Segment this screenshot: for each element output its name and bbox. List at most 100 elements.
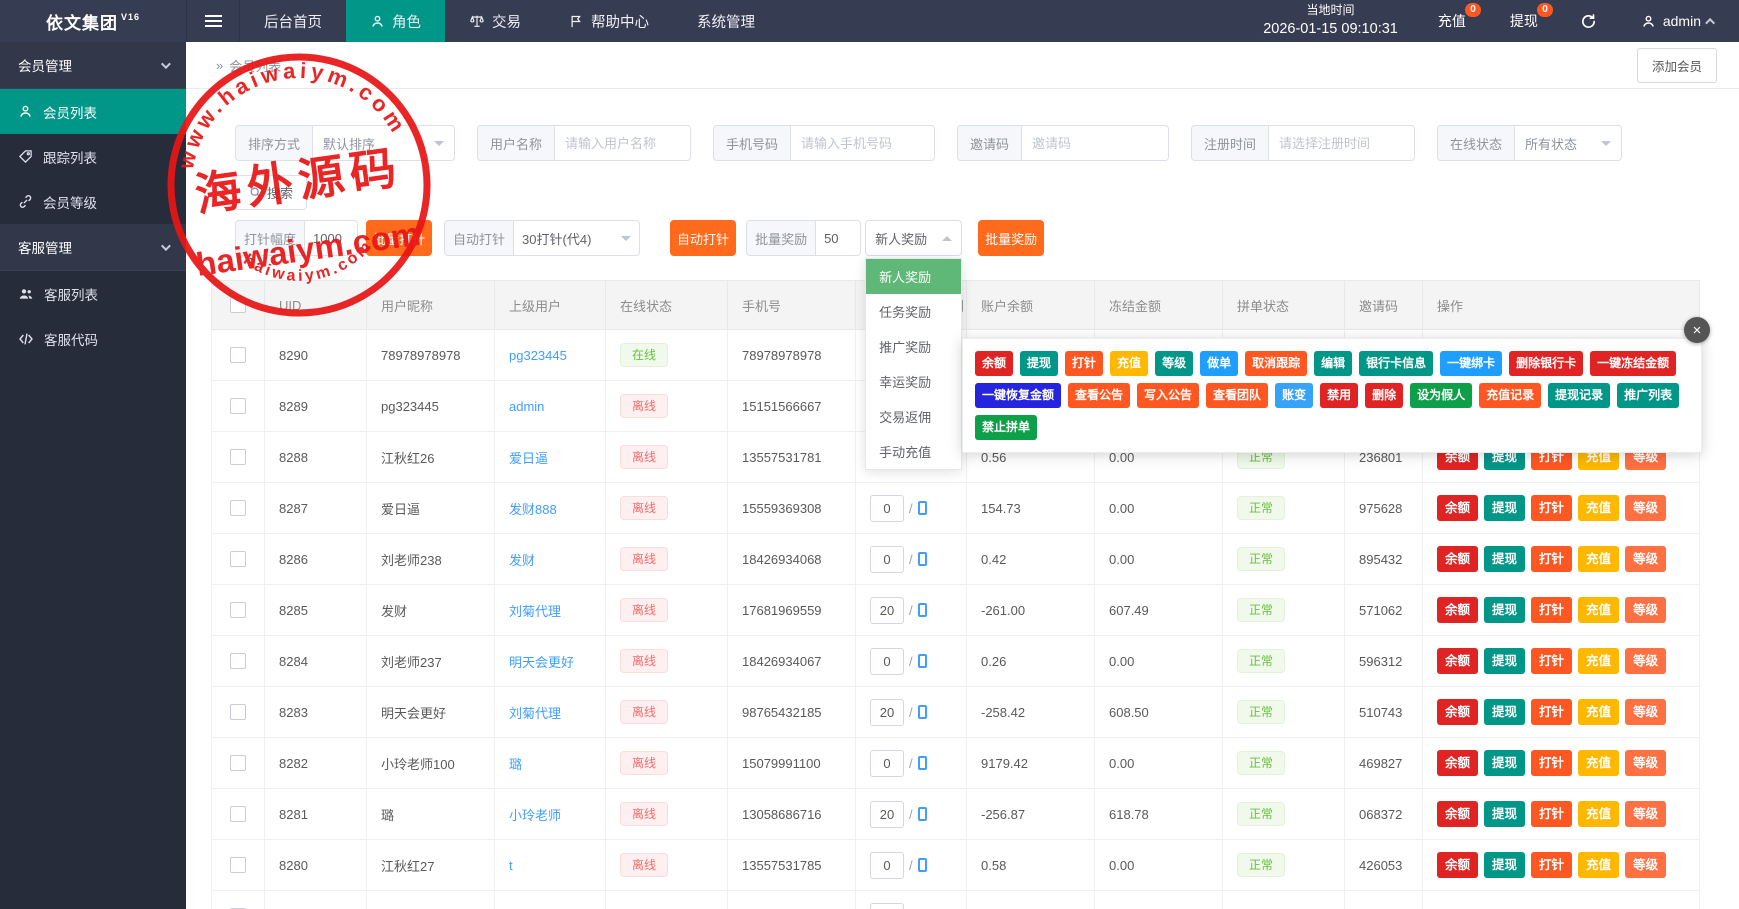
row-action-withdraw[interactable]: 提现 <box>1484 852 1525 878</box>
row-action-level[interactable]: 等级 <box>1625 597 1666 623</box>
refresh-icon[interactable] <box>1560 0 1617 42</box>
row-action-level[interactable]: 等级 <box>1625 495 1666 521</box>
plan-edit-icon[interactable] <box>918 603 927 617</box>
row-action-balance[interactable]: 余额 <box>1437 852 1478 878</box>
parent-user-link[interactable]: t <box>509 858 513 873</box>
reward-option-1[interactable]: 新人奖励 <box>866 259 961 294</box>
row-action-level[interactable]: 等级 <box>1625 699 1666 725</box>
menu-item-trade[interactable]: 交易 <box>445 0 545 42</box>
row-action-inject[interactable]: 打针 <box>1531 750 1572 776</box>
panel-action-set-fake-user[interactable]: 设为假人 <box>1410 383 1472 408</box>
filter-sort-select[interactable]: 默认排序 <box>313 126 454 160</box>
parent-user-link[interactable]: 璐 <box>509 757 522 772</box>
recharge-notifications-button[interactable]: 充值 0 <box>1416 0 1488 42</box>
sidebar-toggle-button[interactable] <box>186 0 240 42</box>
batch-reward-input[interactable] <box>816 221 860 255</box>
reward-type-select[interactable]: 新人奖励 新人奖励任务奖励推广奖励幸运奖励交易返佣手动充值 <box>865 220 962 256</box>
row-action-balance[interactable]: 余额 <box>1437 495 1478 521</box>
row-checkbox[interactable] <box>230 347 246 363</box>
plan-edit-icon[interactable] <box>918 705 927 719</box>
plan-edit-icon[interactable] <box>918 501 927 515</box>
row-action-withdraw[interactable]: 提现 <box>1484 597 1525 623</box>
plan-input[interactable] <box>870 801 904 828</box>
row-action-inject[interactable]: 打针 <box>1531 546 1572 572</box>
parent-user-link[interactable]: 明天会更好 <box>509 655 574 670</box>
reward-option-4[interactable]: 幸运奖励 <box>866 364 961 399</box>
row-checkbox[interactable] <box>230 551 246 567</box>
parent-user-link[interactable]: 发财888 <box>509 502 557 517</box>
row-checkbox[interactable] <box>230 704 246 720</box>
row-action-inject[interactable]: 打针 <box>1531 648 1572 674</box>
sidebar-item-service-list[interactable]: 客服列表 <box>0 271 186 316</box>
panel-action-make-order[interactable]: 做单 <box>1200 351 1238 376</box>
reward-option-6[interactable]: 手动充值 <box>866 434 961 469</box>
row-action-level[interactable]: 等级 <box>1625 801 1666 827</box>
sidebar-item-member-list[interactable]: 会员列表 <box>0 89 186 134</box>
panel-action-promotion-list[interactable]: 推广列表 <box>1617 383 1679 408</box>
row-action-level[interactable]: 等级 <box>1625 546 1666 572</box>
plan-input[interactable] <box>870 852 904 879</box>
panel-action-balance[interactable]: 余额 <box>975 351 1013 376</box>
row-action-recharge[interactable]: 充值 <box>1578 801 1619 827</box>
row-action-withdraw[interactable]: 提现 <box>1484 750 1525 776</box>
menu-item-help[interactable]: 帮助中心 <box>545 0 673 42</box>
row-action-level[interactable]: 等级 <box>1625 648 1666 674</box>
select-all-checkbox[interactable] <box>230 297 246 313</box>
row-action-recharge[interactable]: 充值 <box>1578 699 1619 725</box>
panel-action-disable[interactable]: 禁用 <box>1320 383 1358 408</box>
auto-inject-select[interactable]: 30打针(代4) <box>514 221 639 255</box>
inject-range-input[interactable] <box>305 221 357 255</box>
panel-action-level[interactable]: 等级 <box>1155 351 1193 376</box>
menu-item-home[interactable]: 后台首页 <box>240 0 346 42</box>
plan-input[interactable] <box>870 648 904 675</box>
row-action-withdraw[interactable]: 提现 <box>1484 699 1525 725</box>
parent-user-link[interactable]: admin <box>509 399 544 414</box>
row-action-level[interactable]: 等级 <box>1625 750 1666 776</box>
panel-action-account-change[interactable]: 账变 <box>1275 383 1313 408</box>
row-action-inject[interactable]: 打针 <box>1531 597 1572 623</box>
panel-action-one-key-freeze-amount[interactable]: 一键冻结金额 <box>1590 351 1676 376</box>
reward-option-3[interactable]: 推广奖励 <box>866 329 961 364</box>
batch-reward-button[interactable]: 批量奖励 <box>978 220 1044 256</box>
plan-input[interactable] <box>870 750 904 777</box>
plan-edit-icon[interactable] <box>918 654 927 668</box>
row-action-recharge[interactable]: 充值 <box>1578 852 1619 878</box>
reward-option-5[interactable]: 交易返佣 <box>866 399 961 434</box>
filter-online-status-select[interactable]: 所有状态 <box>1515 126 1621 160</box>
add-member-button[interactable]: 添加会员 <box>1637 48 1717 83</box>
batch-inject-button[interactable]: 批量打针 <box>366 220 432 256</box>
panel-action-view-notice[interactable]: 查看公告 <box>1068 383 1130 408</box>
row-action-inject[interactable]: 打针 <box>1531 699 1572 725</box>
plan-input[interactable] <box>870 597 904 624</box>
row-action-balance[interactable]: 余额 <box>1437 546 1478 572</box>
auto-inject-button[interactable]: 自动打针 <box>670 220 736 256</box>
row-action-balance[interactable]: 余额 <box>1437 648 1478 674</box>
row-checkbox[interactable] <box>230 755 246 771</box>
panel-action-bank-card-info[interactable]: 银行卡信息 <box>1359 351 1433 376</box>
panel-action-view-team[interactable]: 查看团队 <box>1206 383 1268 408</box>
row-checkbox[interactable] <box>230 449 246 465</box>
panel-action-withdraw-records[interactable]: 提现记录 <box>1548 383 1610 408</box>
row-action-recharge[interactable]: 充值 <box>1578 750 1619 776</box>
withdraw-notifications-button[interactable]: 提现 0 <box>1488 0 1560 42</box>
plan-input[interactable] <box>870 546 904 573</box>
row-checkbox[interactable] <box>230 857 246 873</box>
reward-option-2[interactable]: 任务奖励 <box>866 294 961 329</box>
row-action-withdraw[interactable]: 提现 <box>1484 648 1525 674</box>
parent-user-link[interactable]: 刘菊代理 <box>509 604 561 619</box>
plan-edit-icon[interactable] <box>918 756 927 770</box>
row-action-level[interactable]: 等级 <box>1625 852 1666 878</box>
sidebar-group-member-mgmt[interactable]: 会员管理 <box>0 42 186 89</box>
parent-user-link[interactable]: pg323445 <box>509 348 567 363</box>
panel-action-withdraw[interactable]: 提现 <box>1020 351 1058 376</box>
row-action-recharge[interactable]: 充值 <box>1578 546 1619 572</box>
panel-action-recharge-records[interactable]: 充值记录 <box>1479 383 1541 408</box>
filter-username-input[interactable] <box>555 126 690 160</box>
plan-edit-icon[interactable] <box>918 552 927 566</box>
row-action-recharge[interactable]: 充值 <box>1578 648 1619 674</box>
row-action-withdraw[interactable]: 提现 <box>1484 801 1525 827</box>
parent-user-link[interactable]: 小玲老师 <box>509 808 561 823</box>
user-menu[interactable]: admin <box>1617 0 1739 42</box>
row-action-inject[interactable]: 打针 <box>1531 852 1572 878</box>
panel-action-recharge[interactable]: 充值 <box>1110 351 1148 376</box>
